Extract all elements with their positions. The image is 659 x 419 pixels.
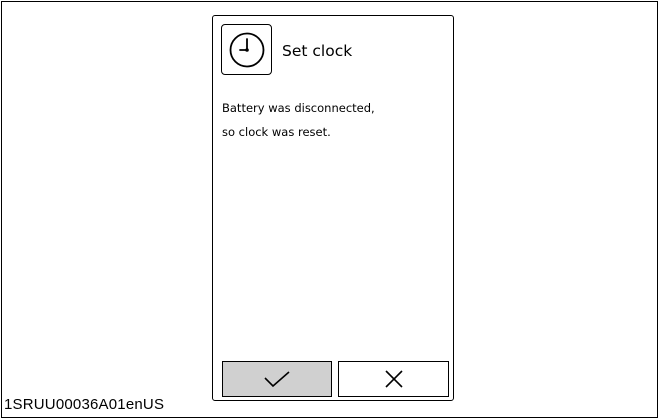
dialog-message: Battery was disconnected, so clock was r… — [222, 96, 375, 144]
message-line-2: so clock was reset. — [222, 125, 331, 139]
figure-id-label: 1SRUU00036A01enUS — [4, 396, 165, 413]
clock-icon — [229, 32, 265, 68]
cross-icon — [384, 370, 403, 388]
clock-icon-box — [221, 24, 272, 75]
cancel-button[interactable] — [338, 361, 449, 397]
dialog-title: Set clock — [282, 42, 353, 60]
checkmark-icon — [264, 371, 290, 388]
set-clock-dialog: Set clock Battery was disconnected, so c… — [212, 15, 454, 401]
message-line-1: Battery was disconnected, — [222, 101, 375, 115]
confirm-button[interactable] — [222, 361, 332, 397]
